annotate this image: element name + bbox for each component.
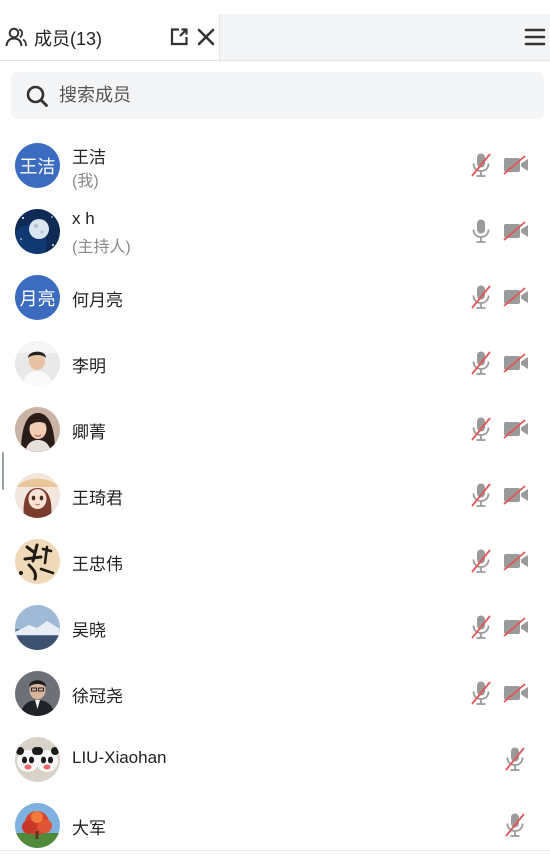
search-box [11, 72, 544, 119]
mountain-avatar-image [15, 605, 60, 650]
camera-off-icon[interactable] [503, 353, 529, 373]
camera-off-icon[interactable] [503, 287, 529, 307]
search-input[interactable] [59, 72, 529, 119]
member-name: LIU-Xiaohan [72, 748, 167, 767]
camera-off-icon[interactable] [503, 419, 529, 439]
member-name: 吴晓 [72, 621, 106, 640]
member-name: 李明 [72, 357, 106, 376]
mic-muted-icon[interactable] [469, 548, 493, 574]
member-row[interactable]: 大军 [0, 792, 550, 858]
bottom-divider [0, 850, 550, 851]
member-name: 大军 [72, 819, 106, 838]
member-row[interactable]: LIU-Xiaohan [0, 726, 550, 792]
mic-muted-icon[interactable] [469, 680, 493, 706]
member-name: 徐冠尧 [72, 687, 123, 706]
member-row[interactable]: 王洁 王洁 (我) [0, 132, 550, 198]
avatar: 月亮 [15, 275, 60, 320]
member-row[interactable]: 卿菁 [0, 396, 550, 462]
member-name: 卿菁 [72, 423, 106, 442]
pandas-avatar-image [15, 737, 60, 782]
photo-avatar-image [15, 671, 60, 716]
calligraphy-avatar-image [15, 539, 60, 584]
cartoon-avatar-image [15, 473, 60, 518]
camera-off-icon[interactable] [503, 617, 529, 637]
mic-muted-icon[interactable] [469, 152, 493, 178]
avatar [15, 737, 60, 782]
mic-muted-icon[interactable] [469, 284, 493, 310]
avatar [15, 605, 60, 650]
search-icon [26, 85, 48, 107]
avatar-text: 王洁 [19, 156, 56, 177]
member-list: 王洁 王洁 (我) x h (主持人) 月亮 何月亮 李明 卿菁 王琦君 王忠伟… [0, 132, 550, 858]
member-row[interactable]: 李明 [0, 330, 550, 396]
member-name: 王洁 [72, 148, 106, 167]
mic-muted-icon[interactable] [469, 416, 493, 442]
tab-members-label: 成员(13) [34, 29, 103, 49]
avatar-text: 月亮 [19, 288, 56, 309]
avatar [15, 473, 60, 518]
member-row[interactable]: 吴晓 [0, 594, 550, 660]
avatar [15, 407, 60, 452]
close-icon[interactable] [195, 26, 217, 48]
member-role: (我) [72, 173, 99, 190]
camera-off-icon[interactable] [503, 485, 529, 505]
member-name: 何月亮 [72, 291, 123, 310]
camera-off-icon[interactable] [503, 683, 529, 703]
user-icon [5, 27, 27, 47]
member-row[interactable]: x h (主持人) [0, 198, 550, 264]
member-row[interactable]: 月亮 何月亮 [0, 264, 550, 330]
member-name: x h [72, 209, 95, 228]
avatar [15, 209, 60, 254]
mic-icon[interactable] [469, 218, 493, 244]
member-name: 王忠伟 [72, 555, 123, 574]
avatar: 王洁 [15, 143, 60, 188]
photo-avatar-image [15, 341, 60, 386]
tab-bar: 成员(13) [0, 14, 550, 61]
camera-off-icon[interactable] [503, 551, 529, 571]
mic-muted-icon[interactable] [503, 746, 527, 772]
avatar [15, 341, 60, 386]
avatar [15, 671, 60, 716]
mic-muted-icon[interactable] [469, 614, 493, 640]
camera-off-icon[interactable] [503, 155, 529, 175]
member-row[interactable]: 王忠伟 [0, 528, 550, 594]
tree-avatar-image [15, 803, 60, 848]
moon-avatar-image [15, 209, 60, 254]
member-name: 王琦君 [72, 489, 123, 508]
mic-muted-icon[interactable] [503, 812, 527, 838]
mic-muted-icon[interactable] [469, 482, 493, 508]
member-row[interactable]: 王琦君 [0, 462, 550, 528]
mic-muted-icon[interactable] [469, 350, 493, 376]
member-role: (主持人) [72, 239, 131, 256]
camera-off-icon[interactable] [503, 221, 529, 241]
avatar [15, 539, 60, 584]
avatar [15, 803, 60, 848]
popout-window-icon[interactable] [169, 27, 189, 47]
menu-icon[interactable] [524, 26, 546, 48]
tab-members[interactable]: 成员(13) [0, 14, 220, 60]
photo-avatar-image [15, 407, 60, 452]
member-row[interactable]: 徐冠尧 [0, 660, 550, 726]
window-top-strip [0, 0, 550, 15]
